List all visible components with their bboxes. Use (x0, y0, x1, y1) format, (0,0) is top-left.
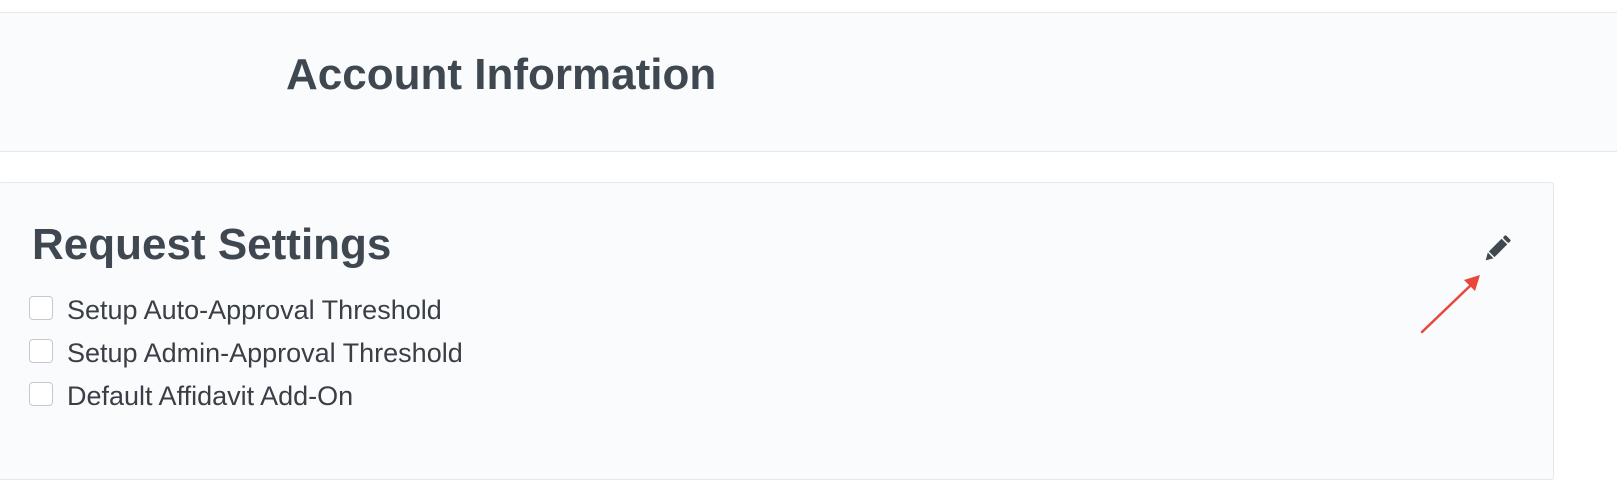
option-label: Setup Auto-Approval Threshold (67, 295, 442, 325)
option-default-affidavit-add-on: Default Affidavit Add-On (29, 375, 463, 418)
admin-approval-threshold-checkbox[interactable] (29, 338, 53, 363)
option-auto-approval-threshold: Setup Auto-Approval Threshold (29, 289, 463, 332)
request-settings-options: Setup Auto-Approval Threshold Setup Admi… (29, 289, 463, 418)
option-admin-approval-threshold: Setup Admin-Approval Threshold (29, 332, 463, 375)
page-title: Account Information (286, 50, 717, 99)
pencil-icon (1485, 235, 1511, 261)
default-affidavit-add-on-checkbox[interactable] (29, 381, 53, 406)
account-information-header: Account Information (0, 12, 1617, 152)
auto-approval-threshold-checkbox[interactable] (29, 295, 53, 320)
option-label: Setup Admin-Approval Threshold (67, 338, 463, 368)
option-label: Default Affidavit Add-On (67, 381, 354, 411)
edit-request-settings-button[interactable] (1477, 229, 1517, 269)
page: Account Information Request Settings Set… (0, 0, 1617, 500)
annotation-arrow-icon (1420, 275, 1480, 334)
request-settings-card: Request Settings Setup Auto-Approval Thr… (0, 182, 1554, 480)
request-settings-title: Request Settings (32, 220, 392, 269)
